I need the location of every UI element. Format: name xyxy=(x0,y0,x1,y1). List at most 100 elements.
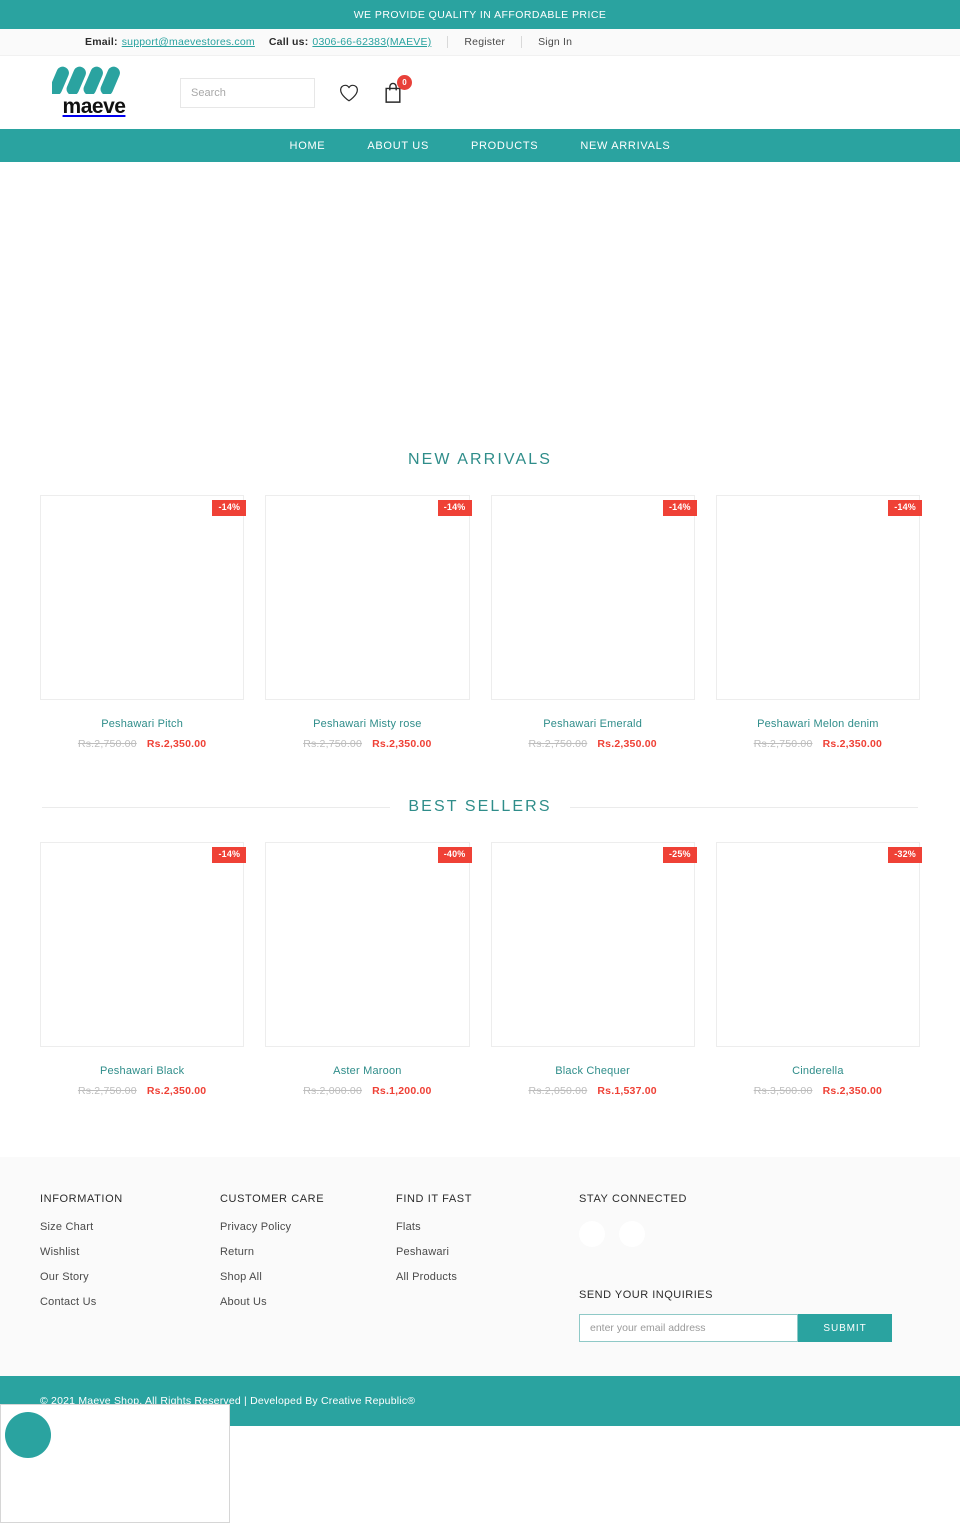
nav-item-home[interactable]: HOME xyxy=(290,140,326,152)
product-new-price: Rs.1,200.00 xyxy=(372,1085,432,1097)
discount-badge: -14% xyxy=(662,500,697,516)
footer-link-flats[interactable]: Flats xyxy=(396,1221,579,1233)
product-name[interactable]: Aster Maroon xyxy=(265,1065,469,1077)
newsletter-email-input[interactable] xyxy=(579,1314,798,1342)
footer-link-shop-all[interactable]: Shop All xyxy=(220,1271,396,1283)
product-old-price: Rs.2,750.00 xyxy=(77,738,137,750)
hero-slider[interactable] xyxy=(0,162,960,437)
product-card[interactable]: -14% Peshawari Melon denim Rs.2,750.00 R… xyxy=(715,495,922,750)
discount-badge: -25% xyxy=(662,847,697,863)
product-name[interactable]: Peshawari Pitch xyxy=(40,718,244,730)
product-new-price: Rs.2,350.00 xyxy=(146,1085,207,1097)
best-sellers-heading: BEST SELLERS xyxy=(408,798,552,815)
product-card[interactable]: -14% Peshawari Black Rs.2,750.00 Rs.2,35… xyxy=(40,842,247,1097)
register-link[interactable]: Register xyxy=(464,36,505,48)
product-prices: Rs.3,500.00 Rs.2,350.00 xyxy=(716,1085,920,1097)
product-old-price: Rs.2,750.00 xyxy=(303,738,363,750)
signin-link[interactable]: Sign In xyxy=(538,36,572,48)
product-old-price: Rs.2,750.00 xyxy=(528,738,588,750)
utility-bar: Email: support@maevestores.com Call us: … xyxy=(0,29,960,56)
product-card[interactable]: -14% Peshawari Misty rose Rs.2,750.00 Rs… xyxy=(265,495,472,750)
search-input[interactable] xyxy=(191,86,333,99)
heading-rule-right xyxy=(569,806,918,808)
footer-link-size-chart[interactable]: Size Chart xyxy=(40,1221,220,1233)
footer-link-privacy-policy[interactable]: Privacy Policy xyxy=(220,1221,396,1233)
footer-link-wishlist[interactable]: Wishlist xyxy=(40,1246,220,1258)
footer-link-return[interactable]: Return xyxy=(220,1246,396,1258)
footer-link-our-story[interactable]: Our Story xyxy=(40,1271,220,1283)
footer-link-about-us[interactable]: About Us xyxy=(220,1296,396,1308)
footer-column-find-it-fast: FIND IT FAST Flats Peshawari All Product… xyxy=(396,1193,579,1342)
facebook-icon[interactable] xyxy=(579,1221,605,1247)
product-old-price: Rs.2,750.00 xyxy=(753,738,813,750)
site-logo[interactable]: maeve xyxy=(44,66,144,119)
product-prices: Rs.2,750.00 Rs.2,350.00 xyxy=(40,1085,244,1097)
product-card[interactable]: -32% Cinderella Rs.3,500.00 Rs.2,350.00 xyxy=(715,842,922,1097)
product-name[interactable]: Peshawari Emerald xyxy=(491,718,695,730)
logo-wordmark: maeve xyxy=(62,95,126,118)
product-name[interactable]: Cinderella xyxy=(716,1065,920,1077)
product-name[interactable]: Peshawari Melon denim xyxy=(716,718,920,730)
footer-heading-information: INFORMATION xyxy=(40,1193,123,1205)
cart-button[interactable]: 0 xyxy=(383,74,412,104)
product-image[interactable] xyxy=(40,842,245,1047)
discount-badge: -14% xyxy=(437,500,472,516)
product-image[interactable] xyxy=(40,495,245,700)
newsletter-form: SUBMIT xyxy=(579,1314,920,1342)
product-prices: Rs.2,750.00 Rs.2,350.00 xyxy=(265,738,469,750)
heart-icon[interactable] xyxy=(339,84,359,102)
footer-heading-stay-connected: STAY CONNECTED xyxy=(579,1193,688,1205)
product-new-price: Rs.2,350.00 xyxy=(822,1085,883,1097)
product-name[interactable]: Black Chequer xyxy=(491,1065,695,1077)
nav-item-about-us[interactable]: ABOUT US xyxy=(367,140,429,152)
new-arrivals-grid: -14% Peshawari Pitch Rs.2,750.00 Rs.2,35… xyxy=(0,495,960,750)
product-card[interactable]: -14% Peshawari Emerald Rs.2,750.00 Rs.2,… xyxy=(490,495,697,750)
product-card[interactable]: -14% Peshawari Pitch Rs.2,750.00 Rs.2,35… xyxy=(40,495,247,750)
announcement-text: WE PROVIDE QUALITY IN AFFORDABLE PRICE xyxy=(353,8,607,21)
product-prices: Rs.2,050.00 Rs.1,537.00 xyxy=(491,1085,695,1097)
chat-widget-panel[interactable] xyxy=(0,1404,230,1523)
chat-bubble-icon[interactable] xyxy=(5,1412,51,1458)
nav-item-new-arrivals[interactable]: NEW ARRIVALS xyxy=(580,140,670,152)
product-old-price: Rs.2,000.00 xyxy=(303,1085,363,1097)
footer-link-peshawari[interactable]: Peshawari xyxy=(396,1246,579,1258)
footer-link-contact-us[interactable]: Contact Us xyxy=(40,1296,220,1308)
product-card[interactable]: -25% Black Chequer Rs.2,050.00 Rs.1,537.… xyxy=(490,842,697,1097)
nav-item-products[interactable]: PRODUCTS xyxy=(471,140,538,152)
footer-column-information: INFORMATION Size Chart Wishlist Our Stor… xyxy=(40,1193,220,1342)
product-card[interactable]: -40% Aster Maroon Rs.2,000.00 Rs.1,200.0… xyxy=(265,842,472,1097)
product-image[interactable] xyxy=(490,842,695,1047)
product-new-price: Rs.2,350.00 xyxy=(822,738,883,750)
instagram-icon[interactable] xyxy=(619,1221,645,1247)
product-prices: Rs.2,750.00 Rs.2,350.00 xyxy=(491,738,695,750)
maeve-logo-icon xyxy=(52,66,120,94)
product-new-price: Rs.1,537.00 xyxy=(597,1085,657,1097)
product-old-price: Rs.3,500.00 xyxy=(753,1085,813,1097)
heading-rule-left xyxy=(42,806,391,808)
footer-link-all-products[interactable]: All Products xyxy=(396,1271,579,1283)
product-new-price: Rs.2,350.00 xyxy=(597,738,657,750)
product-image[interactable] xyxy=(715,842,920,1047)
newsletter-submit-button[interactable]: SUBMIT xyxy=(798,1314,892,1342)
product-image[interactable] xyxy=(265,495,470,700)
product-name[interactable]: Peshawari Black xyxy=(40,1065,244,1077)
product-old-price: Rs.2,750.00 xyxy=(77,1085,137,1097)
footer-column-stay-connected: STAY CONNECTED SEND YOUR INQUIRIES SUBMI… xyxy=(579,1193,920,1342)
footer-heading-find-it-fast: FIND IT FAST xyxy=(396,1193,473,1205)
wishlist-button[interactable] xyxy=(339,84,359,102)
product-prices: Rs.2,000.00 Rs.1,200.00 xyxy=(265,1085,469,1097)
search-box[interactable] xyxy=(180,77,333,108)
cart-count-badge: 0 xyxy=(397,74,412,90)
main-navigation: HOME ABOUT US PRODUCTS NEW ARRIVALS xyxy=(0,129,960,162)
email-link[interactable]: support@maevestores.com xyxy=(122,36,255,48)
site-header: maeve 0 xyxy=(0,56,960,129)
product-name[interactable]: Peshawari Misty rose xyxy=(265,718,469,730)
product-image[interactable] xyxy=(265,842,470,1047)
discount-badge: -32% xyxy=(888,847,922,863)
phone-link[interactable]: 0306-66-62383(MAEVE) xyxy=(312,36,431,48)
product-image[interactable] xyxy=(490,495,695,700)
product-prices: Rs.2,750.00 Rs.2,350.00 xyxy=(40,738,244,750)
utility-divider-1 xyxy=(447,36,449,48)
phone-label: Call us: xyxy=(268,36,309,48)
product-image[interactable] xyxy=(715,495,920,700)
